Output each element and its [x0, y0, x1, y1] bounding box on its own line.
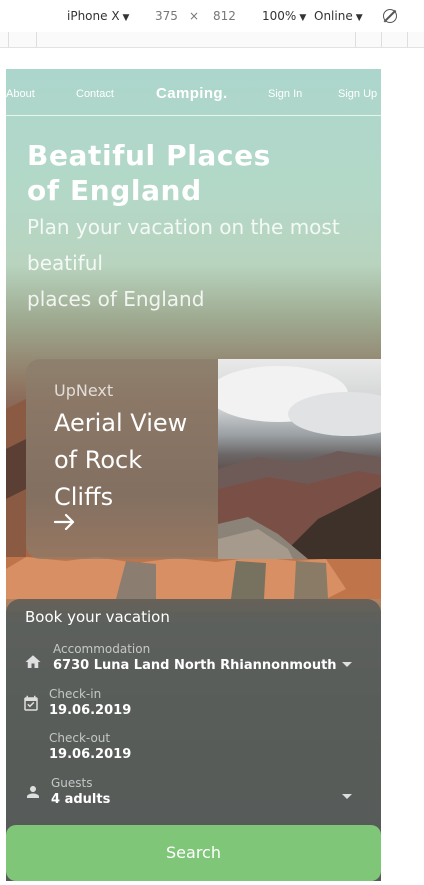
nav-sign-in-link[interactable]: Sign In — [268, 88, 302, 100]
accommodation-select[interactable]: 6730 Luna Land North Rhiannonmouth — [53, 658, 337, 673]
zoom-select[interactable]: 100% ▼ — [262, 9, 306, 23]
hero-title: Beatiful Places of England — [27, 138, 367, 208]
media-query-ruler — [0, 32, 424, 48]
viewport-height-field[interactable]: 812 — [213, 9, 236, 23]
ruler-tick — [381, 32, 382, 47]
guests-select[interactable]: 4 adults — [51, 792, 110, 807]
chevron-down-icon[interactable] — [342, 794, 352, 799]
guests-label: Guests — [51, 776, 93, 790]
network-value: Online — [314, 9, 353, 23]
hero-subtitle: Plan your vacation on the most beatiful … — [27, 209, 377, 317]
nav-contact-link[interactable]: Contact — [76, 88, 114, 100]
hero-title-line: Beatiful Places — [27, 139, 271, 172]
zoom-value: 100% — [262, 9, 297, 23]
hero-subtitle-line: beatiful — [27, 251, 103, 275]
checkout-label: Check-out — [49, 731, 111, 745]
calendar-icon — [24, 695, 38, 711]
rotate-icon[interactable] — [383, 9, 397, 23]
brand-logo[interactable]: Camping. — [156, 85, 228, 102]
search-button[interactable]: Search — [6, 825, 381, 881]
upnext-title: Aerial View of Rock Cliffs — [54, 405, 214, 516]
device-caret-icon: ▼ — [122, 13, 130, 23]
zoom-caret-icon: ▼ — [299, 13, 307, 23]
network-caret-icon: ▼ — [355, 13, 363, 23]
device-select[interactable]: iPhone X ▼ — [67, 9, 129, 23]
accommodation-label: Accommodation — [53, 642, 151, 656]
upnext-card[interactable]: UpNext Aerial View of Rock Cliffs — [26, 359, 381, 559]
rock-cliffs-image — [218, 366, 381, 559]
mobile-viewport: About Contact Camping. Sign In Sign Up B… — [6, 69, 381, 881]
nav-about-link[interactable]: About — [6, 88, 35, 100]
upnext-info-panel: UpNext Aerial View of Rock Cliffs — [26, 359, 218, 559]
person-icon — [27, 786, 39, 798]
ruler-tick — [8, 32, 9, 47]
upnext-photo — [218, 359, 381, 559]
upnext-title-line: of Rock — [54, 446, 143, 474]
ruler-tick — [407, 32, 408, 47]
arrow-right-icon[interactable] — [54, 513, 76, 531]
hero-subtitle-line: places of England — [27, 287, 205, 311]
viewport-width-field[interactable]: 375 — [155, 9, 178, 23]
home-icon — [25, 655, 41, 668]
checkin-date-input[interactable]: 19.06.2019 — [49, 703, 131, 718]
nav-sign-up-link[interactable]: Sign Up — [338, 88, 377, 100]
network-select[interactable]: Online ▼ — [314, 9, 363, 23]
upnext-title-line: Cliffs — [54, 483, 114, 511]
checkout-date-input[interactable]: 19.06.2019 — [49, 747, 131, 762]
ruler-tick — [36, 32, 37, 47]
hero-title-line: of England — [27, 174, 202, 207]
chevron-down-icon[interactable] — [342, 662, 352, 667]
hero-subtitle-line: Plan your vacation on the most — [27, 215, 340, 239]
ruler-tick — [355, 32, 356, 47]
checkin-label: Check-in — [49, 687, 102, 701]
device-toolbar: iPhone X ▼ 375 × 812 100% ▼ Online ▼ — [0, 0, 424, 33]
top-navigation: About Contact Camping. Sign In Sign Up — [6, 69, 381, 116]
upnext-title-line: Aerial View — [54, 409, 188, 437]
device-name: iPhone X — [67, 9, 120, 23]
booking-title: Book your vacation — [25, 608, 170, 626]
upnext-tag: UpNext — [54, 381, 114, 400]
dimension-separator: × — [189, 9, 200, 23]
